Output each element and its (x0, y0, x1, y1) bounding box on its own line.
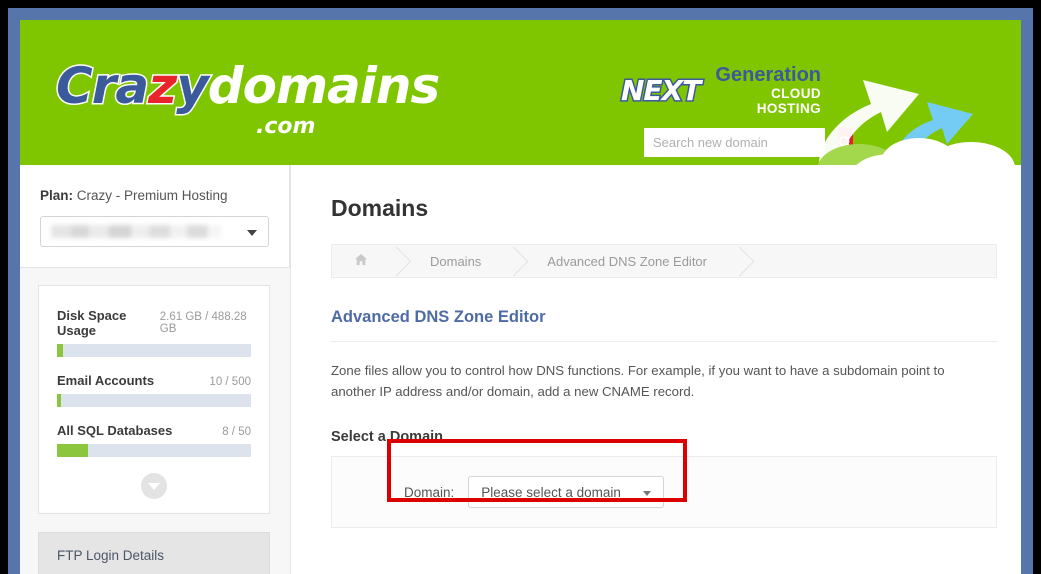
usage-bar-disk (57, 344, 251, 357)
search-icon (838, 135, 853, 150)
usage-bar-fill-email (57, 394, 61, 407)
plan-box: Plan: Crazy - Premium Hosting (20, 165, 290, 268)
usage-item-sql: All SQL Databases 8 / 50 (57, 423, 251, 457)
logo-text-domains: domains (207, 57, 440, 115)
account-select[interactable] (40, 216, 269, 247)
usage-item-disk: Disk Space Usage 2.61 GB / 488.28 GB (57, 308, 251, 357)
domain-search-bar (644, 128, 853, 157)
domain-select[interactable]: Please select a domain (468, 476, 665, 508)
screenshot-root: Crazydomains .com NEXT Generation CLOUD … (0, 0, 1041, 574)
select-domain-panel: Domain: Please select a domain (331, 439, 997, 528)
page-body: Plan: Crazy - Premium Hosting Disk Space… (20, 165, 1021, 574)
breadcrumb-item-domains[interactable]: Domains (404, 254, 507, 269)
badge-text-cloud-hosting: CLOUD HOSTING (756, 86, 821, 116)
subsection-title: Select a Domain (331, 429, 444, 445)
next-generation-badge: NEXT Generation CLOUD HOSTING (619, 64, 821, 116)
usage-label-sql: All SQL Databases (57, 423, 173, 438)
crazydomains-logo[interactable]: Crazydomains .com (54, 57, 440, 140)
chevron-down-icon (148, 482, 160, 490)
page-content: Crazydomains .com NEXT Generation CLOUD … (20, 20, 1021, 574)
usage-bar-fill-disk (57, 344, 63, 357)
usage-label-email: Email Accounts (57, 373, 155, 388)
breadcrumb: Domains Advanced DNS Zone Editor (331, 244, 997, 278)
usage-bar-email (57, 394, 251, 407)
ftp-login-panel[interactable]: FTP Login Details (38, 532, 270, 574)
site-header: Crazydomains .com NEXT Generation CLOUD … (20, 20, 1021, 165)
plan-name: Crazy - Premium Hosting (76, 188, 228, 203)
search-input[interactable] (644, 128, 838, 157)
ftp-panel-title: FTP Login Details (57, 548, 165, 563)
badge-text-next: NEXT (619, 73, 702, 109)
home-icon (355, 254, 367, 265)
usage-value-email: 10 / 500 (209, 376, 251, 388)
usage-expand-button[interactable] (141, 473, 167, 499)
usage-bar-sql (57, 444, 251, 457)
sidebar: Plan: Crazy - Premium Hosting Disk Space… (20, 165, 290, 574)
badge-text-generation: Generation (715, 64, 821, 86)
usage-label-disk: Disk Space Usage (57, 308, 127, 338)
usage-bar-fill-sql (57, 444, 89, 457)
logo-wordmark: Crazydomains (54, 57, 440, 116)
usage-value-sql: 8 / 50 (222, 426, 251, 438)
account-select-value-redacted (51, 225, 221, 238)
plan-label: Plan: (40, 188, 74, 203)
section-title: Advanced DNS Zone Editor (331, 308, 997, 342)
domain-field-label: Domain: (404, 484, 455, 500)
logo-text-z: z (147, 57, 179, 116)
breadcrumb-separator (390, 245, 404, 277)
logo-text-dotcom: .com (256, 114, 316, 139)
logo-text-cra: Cra (54, 57, 150, 116)
breadcrumb-item-advanced-dns-zone-editor[interactable]: Advanced DNS Zone Editor (521, 254, 733, 269)
domain-select-value: Please select a domain (481, 484, 621, 500)
breadcrumb-separator (733, 245, 747, 277)
breadcrumb-separator (507, 245, 521, 277)
logo-text-y: y (175, 57, 211, 116)
search-button[interactable] (838, 128, 853, 157)
page-title: Domains (331, 195, 429, 221)
chevron-down-icon (247, 230, 257, 236)
section-description: Zone files allow you to control how DNS … (331, 363, 945, 399)
chevron-down-icon (643, 491, 652, 496)
usage-card: Disk Space Usage 2.61 GB / 488.28 GB Ema… (38, 285, 270, 514)
usage-value-disk: 2.61 GB / 488.28 GB (159, 311, 247, 335)
plan-line: Plan: Crazy - Premium Hosting (40, 188, 269, 203)
usage-item-email: Email Accounts 10 / 500 (57, 373, 251, 407)
main-content: Domains Domains Advanced DNS Zone Editor… (290, 165, 1021, 574)
